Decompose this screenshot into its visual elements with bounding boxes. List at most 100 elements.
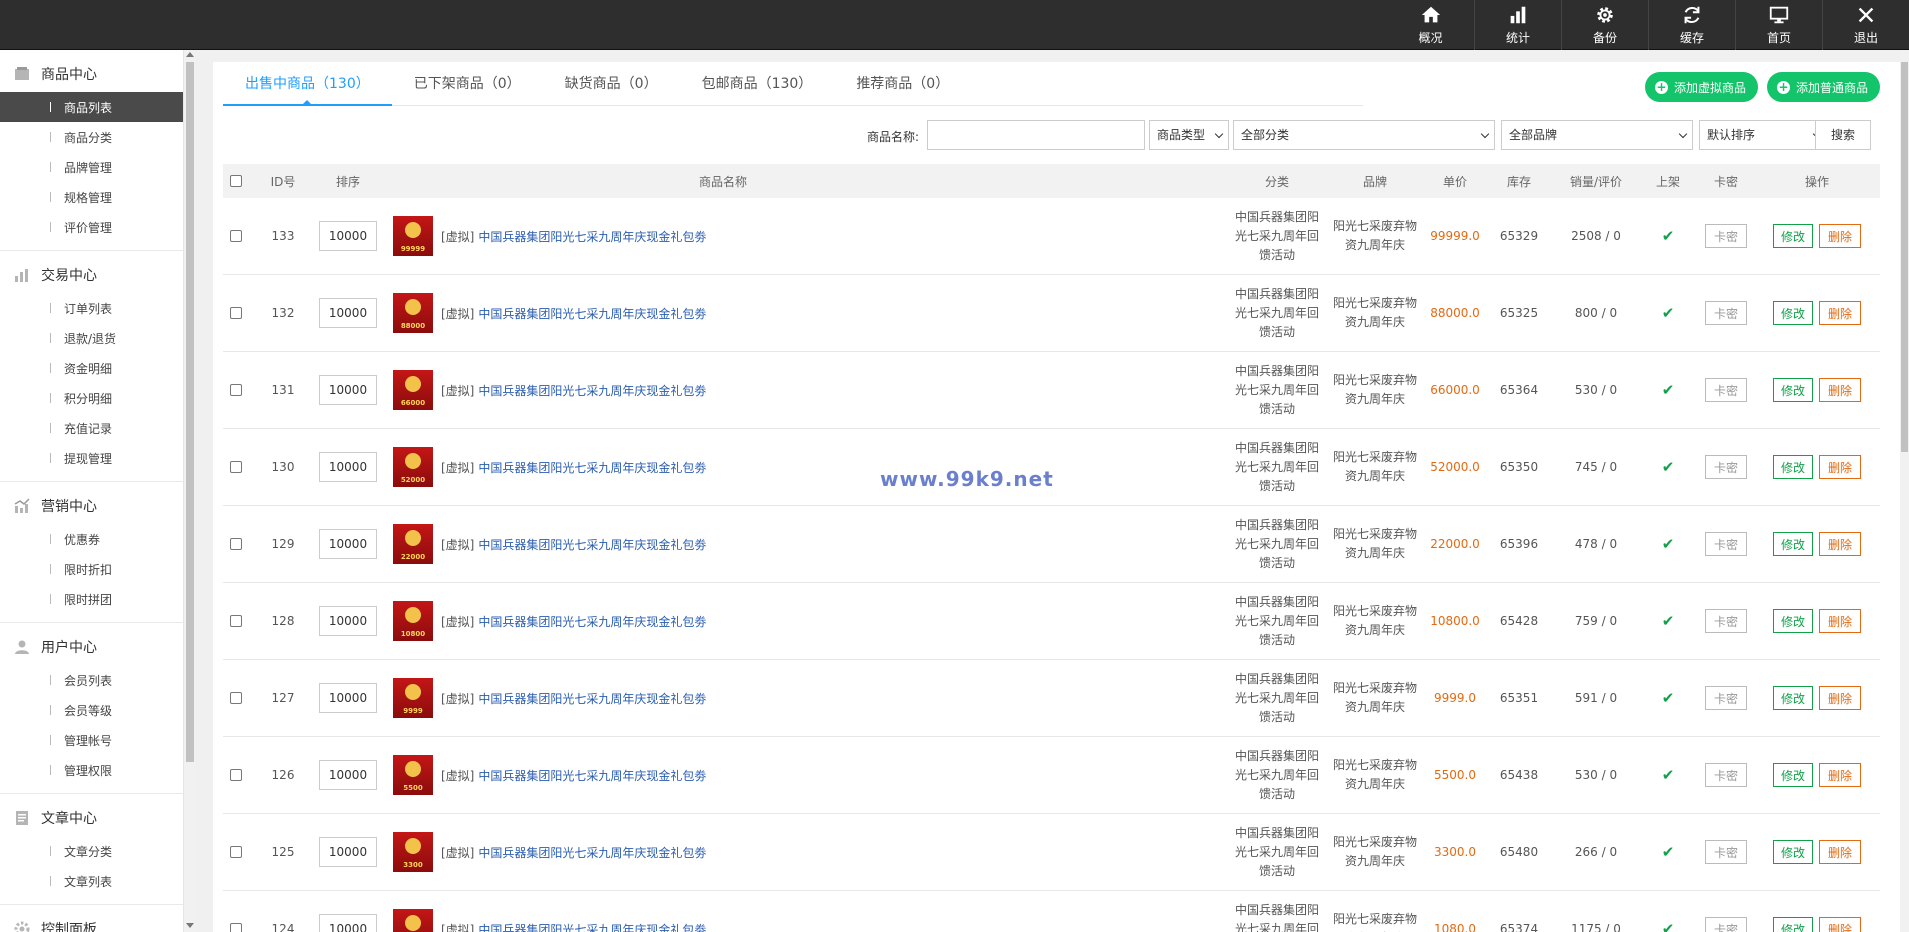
search-button[interactable]: 搜索 (1815, 120, 1871, 150)
edit-button[interactable]: 修改 (1773, 686, 1813, 710)
sort-input[interactable]: 10000 (319, 606, 377, 636)
add-normal-goods-button[interactable]: + 添加普通商品 (1767, 72, 1881, 102)
row-checkbox[interactable] (230, 384, 242, 396)
check-icon[interactable]: ✔ (1662, 766, 1675, 784)
group-head-trade[interactable]: 交易中心 (0, 257, 183, 293)
goods-name-link[interactable]: 中国兵器集团阳光七采九周年庆现金礼包劵 (478, 767, 706, 784)
sort-input[interactable]: 10000 (319, 298, 377, 328)
sidebar-item-permissions[interactable]: 管理权限 (0, 755, 183, 785)
goods-name-link[interactable]: 中国兵器集团阳光七采九周年庆现金礼包劵 (478, 613, 706, 630)
check-icon[interactable]: ✔ (1662, 689, 1675, 707)
scroll-down-icon[interactable] (186, 923, 194, 928)
card-key-button[interactable]: 卡密 (1705, 224, 1747, 248)
goods-thumbnail[interactable]: 1080 (393, 909, 433, 932)
add-virtual-goods-button[interactable]: + 添加虚拟商品 (1645, 72, 1759, 102)
check-icon[interactable]: ✔ (1662, 843, 1675, 861)
delete-button[interactable]: 删除 (1819, 378, 1861, 402)
brand-select[interactable]: 全部品牌 (1501, 120, 1693, 150)
sidebar-item-members[interactable]: 会员列表 (0, 665, 183, 695)
delete-button[interactable]: 删除 (1819, 532, 1861, 556)
edit-button[interactable]: 修改 (1773, 224, 1813, 248)
goods-name-link[interactable]: 中国兵器集团阳光七采九周年庆现金礼包劵 (478, 305, 706, 322)
row-checkbox[interactable] (230, 230, 242, 242)
sidebar-item-discount[interactable]: 限时折扣 (0, 554, 183, 584)
sidebar-item-article-list[interactable]: 文章列表 (0, 866, 183, 896)
check-icon[interactable]: ✔ (1662, 535, 1675, 553)
edit-button[interactable]: 修改 (1773, 378, 1813, 402)
card-key-button[interactable]: 卡密 (1705, 532, 1747, 556)
goods-name-input[interactable] (927, 120, 1145, 150)
goods-thumbnail[interactable]: 10800 (393, 601, 433, 641)
row-checkbox[interactable] (230, 692, 242, 704)
sort-input[interactable]: 10000 (319, 375, 377, 405)
sort-select[interactable]: 默认排序 (1699, 120, 1827, 150)
goods-name-link[interactable]: 中国兵器集团阳光七采九周年庆现金礼包劵 (478, 382, 706, 399)
nav-home[interactable]: 首页 (1735, 0, 1822, 50)
card-key-button[interactable]: 卡密 (1705, 609, 1747, 633)
check-icon[interactable]: ✔ (1662, 304, 1675, 322)
row-checkbox[interactable] (230, 846, 242, 858)
nav-stats[interactable]: 统计 (1474, 0, 1561, 50)
sidebar-item-withdraw[interactable]: 提现管理 (0, 443, 183, 473)
check-icon[interactable]: ✔ (1662, 227, 1675, 245)
goods-thumbnail[interactable]: 99999 (393, 216, 433, 256)
card-key-button[interactable]: 卡密 (1705, 301, 1747, 325)
card-key-button[interactable]: 卡密 (1705, 840, 1747, 864)
sort-input[interactable]: 10000 (319, 837, 377, 867)
sort-input[interactable]: 10000 (319, 683, 377, 713)
tab-recommended[interactable]: 推荐商品（0） (834, 62, 971, 106)
nav-logout[interactable]: 退出 (1822, 0, 1909, 50)
scroll-up-icon[interactable] (186, 52, 194, 57)
tab-on-sale[interactable]: 出售中商品（130） (223, 62, 392, 106)
edit-button[interactable]: 修改 (1773, 840, 1813, 864)
nav-overview[interactable]: 概况 (1387, 0, 1474, 50)
sort-input[interactable]: 10000 (319, 760, 377, 790)
card-key-button[interactable]: 卡密 (1705, 686, 1747, 710)
check-icon[interactable]: ✔ (1662, 612, 1675, 630)
goods-type-select[interactable]: 商品类型 (1149, 120, 1229, 150)
tab-off-shelf[interactable]: 已下架商品（0） (392, 62, 543, 106)
edit-button[interactable]: 修改 (1773, 763, 1813, 787)
delete-button[interactable]: 删除 (1819, 917, 1861, 932)
goods-name-link[interactable]: 中国兵器集团阳光七采九周年庆现金礼包劵 (478, 536, 706, 553)
goods-thumbnail[interactable]: 5500 (393, 755, 433, 795)
sidebar-item-member-level[interactable]: 会员等级 (0, 695, 183, 725)
card-key-button[interactable]: 卡密 (1705, 763, 1747, 787)
sidebar-item-brand[interactable]: 品牌管理 (0, 152, 183, 182)
card-key-button[interactable]: 卡密 (1705, 455, 1747, 479)
delete-button[interactable]: 删除 (1819, 455, 1861, 479)
sidebar-item-groupbuy[interactable]: 限时拼团 (0, 584, 183, 614)
sidebar-item-admin-accounts[interactable]: 管理帐号 (0, 725, 183, 755)
page-scrollbar[interactable] (1900, 50, 1909, 932)
row-checkbox[interactable] (230, 923, 242, 932)
delete-button[interactable]: 删除 (1819, 840, 1861, 864)
check-icon[interactable]: ✔ (1662, 381, 1675, 399)
group-head-user[interactable]: 用户中心 (0, 629, 183, 665)
nav-cache[interactable]: 缓存 (1648, 0, 1735, 50)
sort-input[interactable]: 10000 (319, 914, 377, 932)
edit-button[interactable]: 修改 (1773, 917, 1813, 932)
goods-name-link[interactable]: 中国兵器集团阳光七采九周年庆现金礼包劵 (478, 921, 706, 932)
edit-button[interactable]: 修改 (1773, 301, 1813, 325)
group-head-goods[interactable]: 商品中心 (0, 56, 183, 92)
goods-name-link[interactable]: 中国兵器集团阳光七采九周年庆现金礼包劵 (478, 690, 706, 707)
group-head-marketing[interactable]: 营销中心 (0, 488, 183, 524)
goods-thumbnail[interactable]: 88000 (393, 293, 433, 333)
edit-button[interactable]: 修改 (1773, 609, 1813, 633)
select-all-checkbox[interactable] (230, 175, 242, 187)
sidebar-item-article-category[interactable]: 文章分类 (0, 836, 183, 866)
sidebar-item-refunds[interactable]: 退款/退货 (0, 323, 183, 353)
sort-input[interactable]: 10000 (319, 221, 377, 251)
group-head-control[interactable]: 控制面板 (0, 911, 183, 932)
sidebar-item-review[interactable]: 评价管理 (0, 212, 183, 242)
goods-name-link[interactable]: 中国兵器集团阳光七采九周年庆现金礼包劵 (478, 844, 706, 861)
delete-button[interactable]: 删除 (1819, 301, 1861, 325)
goods-thumbnail[interactable]: 3300 (393, 832, 433, 872)
sidebar-item-points[interactable]: 积分明细 (0, 383, 183, 413)
tab-out-of-stock[interactable]: 缺货商品（0） (543, 62, 680, 106)
category-select[interactable]: 全部分类 (1233, 120, 1495, 150)
goods-thumbnail[interactable]: 22000 (393, 524, 433, 564)
sidebar-scroll-thumb[interactable] (186, 62, 194, 762)
row-checkbox[interactable] (230, 769, 242, 781)
check-icon[interactable]: ✔ (1662, 920, 1675, 932)
